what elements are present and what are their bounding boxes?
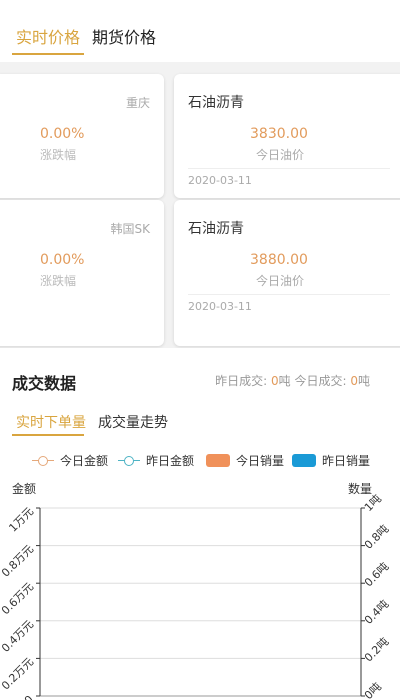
region-card-sk[interactable]: 韩国SK 0.00% 涨跌幅: [0, 200, 164, 346]
region-card-chongqing[interactable]: 重庆 0.00% 涨跌幅: [0, 74, 164, 198]
today-trade-unit: 吨: [357, 374, 370, 388]
region-location: 韩国SK: [110, 222, 151, 236]
tab-realtime-orders[interactable]: 实时下单量: [16, 412, 86, 432]
y-tick-label: 0.6万元: [0, 580, 36, 617]
active-subtab-underline: [12, 434, 84, 436]
y2-tick-label: 1吨: [362, 492, 384, 514]
y2-tick-label: 0.2吨: [362, 635, 391, 664]
yesterday-trade-unit: 吨: [278, 374, 291, 388]
today-trade-value: 0: [350, 374, 358, 388]
legend-today-sales[interactable]: 今日销量: [206, 452, 284, 469]
legend-yesterday-sales[interactable]: 昨日销量: [292, 452, 370, 469]
change-percent-label: 涨跌幅: [40, 148, 77, 162]
trade-data-section: 成交数据 昨日成交: 0吨 今日成交: 0吨 实时下单量 成交量走势 今日金额 …: [0, 348, 400, 700]
price-card-2[interactable]: 石油沥青 3880.00 今日油价 2020-03-11: [174, 200, 400, 346]
y2-tick-label: 0.4吨: [362, 598, 391, 627]
tab-realtime-price[interactable]: 实时价格: [16, 28, 80, 48]
line-circle-icon: [32, 455, 54, 467]
region-location: 重庆: [125, 96, 150, 110]
y-tick-label: 1万元: [6, 505, 36, 535]
oil-price: 3880.00: [250, 252, 308, 268]
tab-futures-price[interactable]: 期货价格: [92, 28, 156, 48]
change-percent: 0.00%: [40, 252, 85, 268]
product-name: 石油沥青: [188, 221, 244, 237]
trade-data-title: 成交数据: [12, 374, 77, 393]
legend-today-amount[interactable]: 今日金额: [32, 452, 108, 469]
y2-tick-label: 0.6吨: [362, 560, 391, 589]
oil-price-label: 今日油价: [256, 148, 305, 162]
legend-label: 今日金额: [60, 454, 109, 468]
oil-price: 3830.00: [250, 126, 308, 142]
legend-yesterday-amount[interactable]: 昨日金额: [118, 452, 194, 469]
yesterday-trade-label: 昨日成交:: [215, 374, 268, 388]
tab-volume-trend[interactable]: 成交量走势: [98, 412, 168, 432]
y-tick-label: 0.2万元: [0, 655, 36, 692]
amount-volume-chart: 1万元 1吨 0.8万元 0.8吨 0.6万元 0.6吨 0.4万元 0.4吨 0.2万元 0.2…: [0, 492, 391, 700]
yesterday-trade-value: 0: [270, 374, 279, 388]
trade-summary: 昨日成交: 0吨 今日成交: 0吨: [215, 372, 370, 389]
product-name: 石油沥青: [188, 95, 244, 111]
color-box-icon: [206, 454, 230, 467]
card-divider: [188, 168, 390, 169]
active-tab-underline: [12, 53, 84, 55]
y-tick-label: 0.4万元: [0, 618, 36, 655]
line-circle-icon: [118, 455, 140, 467]
change-percent-label: 涨跌幅: [40, 274, 77, 288]
price-date: 2020-03-11: [188, 300, 252, 313]
color-box-icon: [292, 454, 316, 467]
oil-price-label: 今日油价: [256, 274, 305, 288]
today-trade-label: 今日成交:: [294, 374, 347, 388]
legend-label: 昨日金额: [146, 454, 195, 468]
price-tabs-bar: 实时价格 期货价格: [0, 0, 400, 62]
change-percent: 0.00%: [40, 126, 85, 142]
y-tick-label: 0.8万元: [0, 543, 36, 580]
y2-tick-label: 0吨: [362, 680, 384, 700]
y-tick-label: 0: [22, 693, 36, 700]
price-card-1[interactable]: 石油沥青 3830.00 今日油价 2020-03-11: [174, 74, 400, 198]
legend-label: 今日销量: [236, 454, 285, 468]
price-date: 2020-03-11: [188, 174, 252, 187]
legend-label: 昨日销量: [322, 454, 371, 468]
y2-tick-label: 0.8吨: [362, 522, 391, 551]
card-divider: [188, 294, 390, 295]
